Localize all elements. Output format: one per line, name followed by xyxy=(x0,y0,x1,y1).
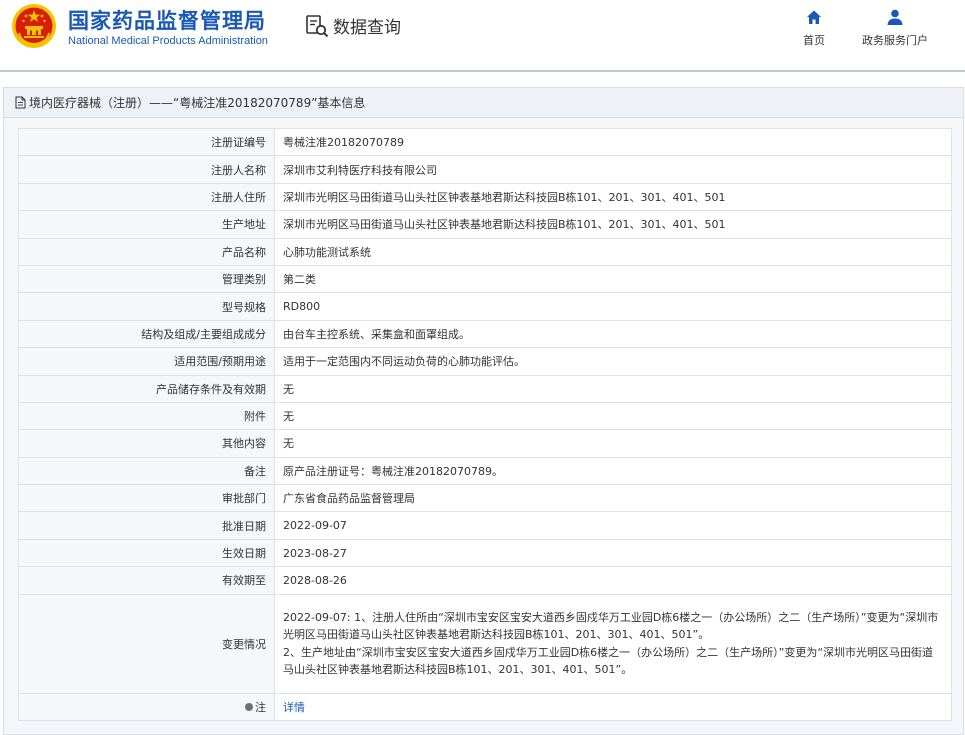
field-label: 适用范围/预期用途 xyxy=(18,347,275,376)
table-row: 型号规格 RD800 xyxy=(18,292,952,321)
nav-service-portal[interactable]: 政务服务门户 xyxy=(862,8,928,48)
field-value: 原产品注册证号：粤械注准20182070789。 xyxy=(274,456,952,486)
field-label: 变更情况 xyxy=(18,593,275,694)
panel-title: 境内医疗器械（注册）——“粤械注准20182070789”基本信息 xyxy=(4,88,963,118)
table-row: 生产地址 深圳市光明区马田街道马山头社区钟表基地君斯达科技园B栋101、201、3… xyxy=(18,210,952,239)
panel-title-text: 境内医疗器械（注册）——“粤械注准20182070789”基本信息 xyxy=(29,96,366,110)
note-label: 注 xyxy=(245,699,266,715)
data-query-title: 数据查询 xyxy=(305,13,401,38)
nav-service-portal-label: 政务服务门户 xyxy=(862,34,928,47)
data-query-label: 数据查询 xyxy=(333,18,401,38)
detail-panel: 境内医疗器械（注册）——“粤械注准20182070789”基本信息 注册证编号粤… xyxy=(3,87,964,735)
table-row-change-history: 变更情况 2022-09-07: 1、注册人住所由“深圳市宝安区宝安大道西乡固戍华… xyxy=(18,593,952,694)
field-label: 批准日期 xyxy=(18,511,275,540)
field-label: 注册人名称 xyxy=(18,155,275,184)
field-value: 2022-09-07 xyxy=(274,511,952,540)
note-label-text: 注 xyxy=(255,700,266,714)
field-value: 深圳市艾利特医疗科技有限公司 xyxy=(274,155,952,184)
table-row: 有效期至 2028-08-26 xyxy=(18,566,952,595)
agency-name-cn: 国家药品监督管理局 xyxy=(68,9,266,33)
nav-home-label: 首页 xyxy=(803,34,825,47)
table-row: 附件无 xyxy=(18,401,952,431)
field-value: 深圳市光明区马田街道马山头社区钟表基地君斯达科技园B栋101、201、301、4… xyxy=(274,210,952,239)
table-row: 生效日期 2023-08-27 xyxy=(18,538,952,568)
change-history-value: 2022-09-07: 1、注册人住所由“深圳市宝安区宝安大道西乡固戍华万工业园… xyxy=(274,593,952,694)
registration-info-table: 注册证编号 粤械注准20182070789 注册人名称 深圳市艾利特医疗科技有限公司注… xyxy=(18,127,952,722)
field-label: 生产地址 xyxy=(18,210,275,239)
table-row: 产品名称 心肺功能测试系统 xyxy=(18,237,952,266)
field-value: 无 xyxy=(274,429,952,458)
bullet-icon xyxy=(245,702,253,711)
note-value-cell: 详情 xyxy=(274,692,952,722)
field-label: 型号规格 xyxy=(18,292,275,321)
table-row: 结构及组成/主要组成成分 由台车主控系统、采集盒和面罩组成。 xyxy=(18,319,952,349)
table-row: 注册人名称 深圳市艾利特医疗科技有限公司 xyxy=(18,155,952,184)
field-label: 其他内容 xyxy=(18,429,275,458)
table-row: 其他内容无 xyxy=(18,429,952,458)
table-row: 注册证编号 粤械注准20182070789 xyxy=(18,127,952,157)
table-row: 产品储存条件及有效期无 xyxy=(18,374,952,403)
document-icon xyxy=(15,96,26,109)
field-label: 备注 xyxy=(18,456,275,486)
table-row: 管理类别 第二类 xyxy=(18,264,952,294)
field-value: 2028-08-26 xyxy=(274,566,952,595)
national-emblem-icon xyxy=(12,4,56,48)
table-row: 注册人住所 深圳市光明区马田街道马山头社区钟表基地君斯达科技园B栋101、201、… xyxy=(18,182,952,212)
field-value: 无 xyxy=(274,374,952,403)
document-search-icon xyxy=(306,14,329,37)
field-label: 管理类别 xyxy=(18,264,275,294)
field-value: 由台车主控系统、采集盒和面罩组成。 xyxy=(274,319,952,349)
field-value: 心肺功能测试系统 xyxy=(274,237,952,266)
table-row-note: 注 详情 xyxy=(18,692,952,722)
nav-home[interactable]: 首页 xyxy=(803,8,825,48)
field-label: 生效日期 xyxy=(18,538,275,568)
field-value: RD800 xyxy=(274,292,952,321)
table-row: 适用范围/预期用途 适用于一定范围内不同运动负荷的心肺功能评估。 xyxy=(18,347,952,376)
table-row: 备注 原产品注册证号：粤械注准20182070789。 xyxy=(18,456,952,486)
field-value: 无 xyxy=(274,401,952,431)
agency-name-en: National Medical Products Administration xyxy=(68,35,268,47)
field-value: 深圳市光明区马田街道马山头社区钟表基地君斯达科技园B栋101、201、301、4… xyxy=(274,182,952,212)
field-value: 第二类 xyxy=(274,264,952,294)
field-value: 粤械注准20182070789 xyxy=(274,127,952,157)
field-label: 审批部门 xyxy=(18,484,275,513)
field-label: 结构及组成/主要组成成分 xyxy=(18,319,275,349)
field-label: 产品储存条件及有效期 xyxy=(18,374,275,403)
home-icon xyxy=(807,10,821,24)
field-label: 注册证编号 xyxy=(18,127,275,157)
field-value: 适用于一定范围内不同运动负荷的心肺功能评估。 xyxy=(274,347,952,376)
site-header: 国家药品监督管理局 National Medical Products Admi… xyxy=(0,0,965,72)
field-value: 2023-08-27 xyxy=(274,538,952,568)
user-icon xyxy=(887,9,903,25)
details-link[interactable]: 详情 xyxy=(283,701,305,714)
note-label-cell: 注 xyxy=(18,692,275,722)
table-row: 批准日期 2022-09-07 xyxy=(18,511,952,540)
table-row: 审批部门 广东省食品药品监督管理局 xyxy=(18,484,952,513)
field-label: 有效期至 xyxy=(18,566,275,595)
field-value: 广东省食品药品监督管理局 xyxy=(274,484,952,513)
field-label: 附件 xyxy=(18,401,275,431)
field-label: 注册人住所 xyxy=(18,182,275,212)
field-label: 产品名称 xyxy=(18,237,275,266)
